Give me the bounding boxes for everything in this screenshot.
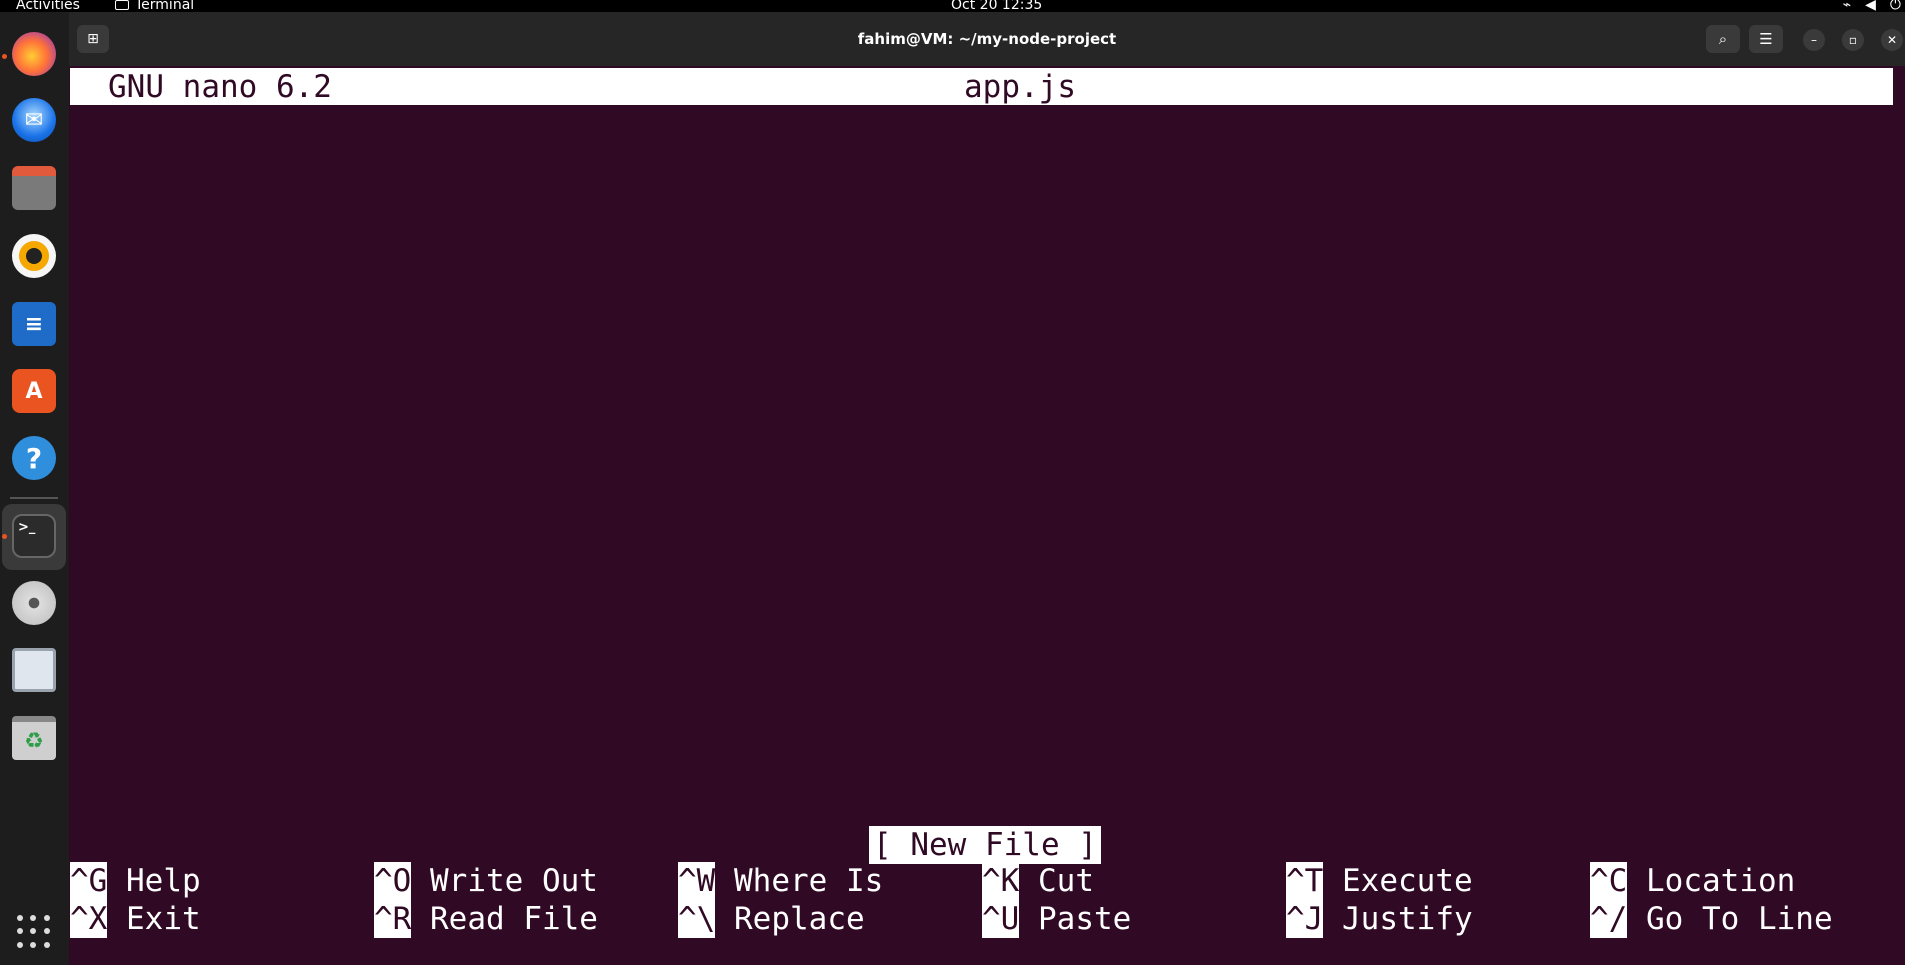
power-icon: ⏻	[1889, 0, 1901, 13]
shortcut-paste[interactable]: ^U Paste	[982, 900, 1131, 938]
volume-icon: ◀	[1865, 0, 1876, 13]
shortcut-write-out[interactable]: ^O Write Out	[374, 862, 598, 900]
close-button[interactable]: ✕	[1881, 29, 1903, 51]
shortcut-justify[interactable]: ^J Justify	[1286, 900, 1473, 938]
trash-icon[interactable]: ♻	[12, 716, 56, 760]
app-indicator[interactable]: Terminal	[115, 0, 195, 13]
shortcut-key: ^K	[982, 862, 1020, 900]
shortcut-label: Justify	[1342, 901, 1473, 937]
shortcut-label: Help	[126, 863, 201, 899]
files-icon[interactable]	[12, 166, 56, 210]
running-indicator	[2, 534, 7, 539]
clock[interactable]: Oct 20 12:35	[951, 0, 1042, 12]
shortcut-key: ^R	[374, 900, 412, 938]
shortcut-key: ^O	[374, 862, 412, 900]
search-button[interactable]: ⌕	[1706, 25, 1740, 53]
shortcut-label: Replace	[734, 901, 865, 937]
shortcut-label: Execute	[1342, 863, 1473, 899]
shortcut-where-is[interactable]: ^W Where Is	[678, 862, 883, 900]
shortcut-key: ^U	[982, 900, 1020, 938]
maximize-button[interactable]: ▫	[1842, 29, 1864, 51]
shortcut-exit[interactable]: ^X Exit	[70, 900, 201, 938]
save-icon[interactable]	[12, 648, 56, 692]
terminal-area[interactable]: GNU nano 6.2 app.js [ New File ] ^G Help…	[69, 66, 1905, 965]
shortcut-go-to-line[interactable]: ^/ Go To Line	[1590, 900, 1833, 938]
firefox-icon[interactable]	[12, 32, 56, 76]
shortcut-key: ^X	[70, 900, 108, 938]
rhythmbox-icon[interactable]	[12, 234, 56, 278]
disc-icon[interactable]	[12, 581, 56, 625]
top-panel: Activities Terminal Oct 20 12:35 ⌁ ◀ ⏻	[0, 0, 1905, 12]
search-icon: ⌕	[1718, 30, 1728, 48]
shortcut-label: Where Is	[734, 863, 884, 899]
shortcut-replace[interactable]: ^\ Replace	[678, 900, 865, 938]
shortcut-cut[interactable]: ^K Cut	[982, 862, 1094, 900]
close-icon: ✕	[1886, 33, 1898, 47]
dock-separator	[10, 497, 58, 499]
shortcut-key: ^\	[678, 900, 716, 938]
show-apps-button[interactable]	[17, 915, 51, 949]
nano-status-message: [ New File ]	[869, 826, 1101, 864]
shortcut-label: Location	[1646, 863, 1796, 899]
app-center-icon[interactable]: A	[12, 369, 56, 413]
shortcut-key: ^C	[1590, 862, 1628, 900]
nano-version: GNU nano 6.2	[108, 69, 332, 105]
minimize-icon: –	[1811, 33, 1817, 47]
shortcut-key: ^T	[1286, 862, 1324, 900]
nano-filename: app.js	[964, 69, 1076, 105]
window-titlebar: ⊞ fahim@VM: ~/my-node-project ⌕ ☰ – ▫ ✕	[69, 12, 1905, 66]
terminal-small-icon	[115, 0, 129, 10]
running-indicator	[2, 54, 7, 59]
shortcut-execute[interactable]: ^T Execute	[1286, 862, 1473, 900]
dock: ✉ ≡ A ? >_ ♻	[0, 12, 69, 965]
writer-icon[interactable]: ≡	[12, 302, 56, 346]
window-title: fahim@VM: ~/my-node-project	[857, 30, 1117, 48]
minimize-button[interactable]: –	[1803, 29, 1825, 51]
shortcut-label: Read File	[430, 901, 598, 937]
shortcut-label: Write Out	[430, 863, 598, 899]
shortcut-label: Cut	[1038, 863, 1094, 899]
maximize-icon: ▫	[1848, 33, 1858, 47]
shortcut-location[interactable]: ^C Location	[1590, 862, 1795, 900]
menu-button[interactable]: ☰	[1749, 25, 1783, 53]
activities-button[interactable]: Activities	[16, 0, 80, 12]
shortcut-label: Go To Line	[1646, 901, 1833, 937]
shortcut-key: ^J	[1286, 900, 1324, 938]
app-indicator-label: Terminal	[135, 0, 195, 13]
help-icon[interactable]: ?	[12, 436, 56, 480]
system-tray[interactable]: ⌁ ◀ ⏻	[1842, 0, 1901, 13]
shortcut-read-file[interactable]: ^R Read File	[374, 900, 598, 938]
terminal-icon[interactable]: >_	[12, 514, 56, 558]
shortcut-label: Exit	[126, 901, 201, 937]
thunderbird-icon[interactable]: ✉	[12, 98, 56, 142]
shortcut-key: ^W	[678, 862, 716, 900]
nano-title-bar: GNU nano 6.2 app.js	[70, 68, 1893, 105]
shortcut-label: Paste	[1038, 901, 1132, 937]
hamburger-icon: ☰	[1759, 30, 1773, 48]
shortcut-key: ^/	[1590, 900, 1628, 938]
network-icon: ⌁	[1842, 0, 1852, 13]
shortcut-key: ^G	[70, 862, 108, 900]
shortcut-help[interactable]: ^G Help	[70, 862, 201, 900]
